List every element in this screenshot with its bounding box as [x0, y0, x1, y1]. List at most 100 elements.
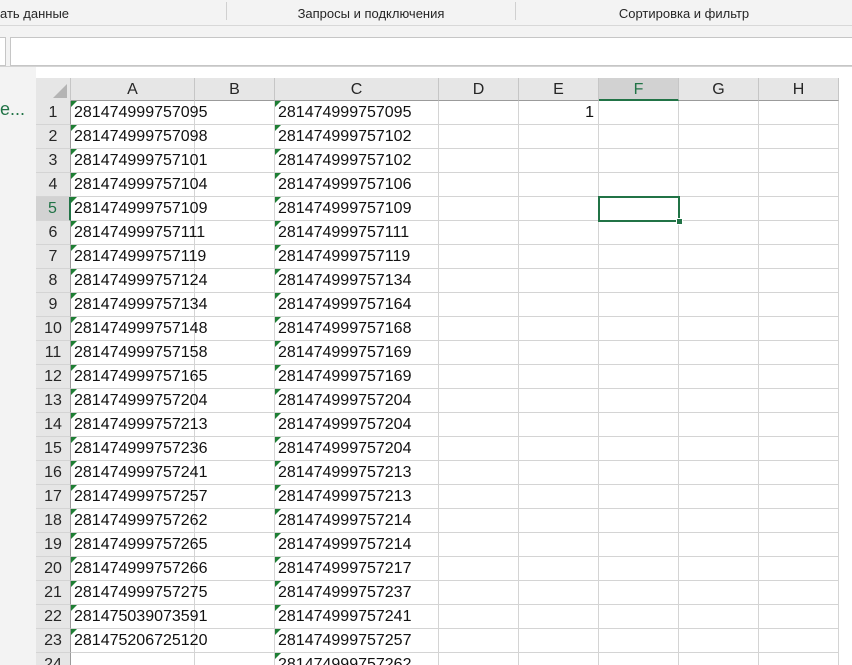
- cell-c10[interactable]: 281474999757168: [275, 317, 439, 341]
- cell-g16[interactable]: [679, 461, 759, 485]
- cell-f3[interactable]: [599, 149, 679, 173]
- cell-a2[interactable]: 281474999757098: [71, 125, 207, 149]
- cell-e6[interactable]: [519, 221, 599, 245]
- cell-f6[interactable]: [599, 221, 679, 245]
- cell-g22[interactable]: [679, 605, 759, 629]
- cell-a16[interactable]: 281474999757241: [71, 461, 207, 485]
- cell-g12[interactable]: [679, 365, 759, 389]
- cell-a4[interactable]: 281474999757104: [71, 173, 207, 197]
- cell-f4[interactable]: [599, 173, 679, 197]
- cell-a21[interactable]: 281474999757275: [71, 581, 207, 605]
- cell-g5[interactable]: [679, 197, 759, 221]
- cell-f12[interactable]: [599, 365, 679, 389]
- cell-d15[interactable]: [439, 437, 519, 461]
- row-header[interactable]: 3: [36, 149, 71, 173]
- cell-e5[interactable]: [519, 197, 599, 221]
- cell-e14[interactable]: [519, 413, 599, 437]
- cell-h19[interactable]: [759, 533, 839, 557]
- cell-b21[interactable]: [195, 581, 275, 605]
- cell-c24[interactable]: 281474999757262: [275, 653, 439, 665]
- cell-d24[interactable]: [439, 653, 519, 665]
- row-header[interactable]: 10: [36, 317, 71, 341]
- cell-c11[interactable]: 281474999757169: [275, 341, 439, 365]
- cell-d5[interactable]: [439, 197, 519, 221]
- row-header[interactable]: 7: [36, 245, 71, 269]
- cell-c8[interactable]: 281474999757134: [275, 269, 439, 293]
- column-header-e[interactable]: E: [519, 78, 599, 101]
- cell-d3[interactable]: [439, 149, 519, 173]
- cell-e9[interactable]: [519, 293, 599, 317]
- row-header[interactable]: 19: [36, 533, 71, 557]
- row-header[interactable]: 5: [36, 197, 71, 221]
- cell-f22[interactable]: [599, 605, 679, 629]
- column-header-d[interactable]: D: [439, 78, 519, 101]
- cell-g23[interactable]: [679, 629, 759, 653]
- name-box[interactable]: [0, 37, 6, 66]
- cell-c19[interactable]: 281474999757214: [275, 533, 439, 557]
- cell-g18[interactable]: [679, 509, 759, 533]
- row-header[interactable]: 20: [36, 557, 71, 581]
- cell-g20[interactable]: [679, 557, 759, 581]
- cell-d4[interactable]: [439, 173, 519, 197]
- cell-e15[interactable]: [519, 437, 599, 461]
- cell-a9[interactable]: 281474999757134: [71, 293, 207, 317]
- cell-a18[interactable]: 281474999757262: [71, 509, 207, 533]
- cell-a14[interactable]: 281474999757213: [71, 413, 207, 437]
- cell-g2[interactable]: [679, 125, 759, 149]
- cell-d18[interactable]: [439, 509, 519, 533]
- cell-h22[interactable]: [759, 605, 839, 629]
- cell-g11[interactable]: [679, 341, 759, 365]
- row-header[interactable]: 21: [36, 581, 71, 605]
- cell-a1[interactable]: 281474999757095: [71, 101, 207, 125]
- cell-c17[interactable]: 281474999757213: [275, 485, 439, 509]
- cell-c2[interactable]: 281474999757102: [275, 125, 439, 149]
- cell-f20[interactable]: [599, 557, 679, 581]
- cell-a15[interactable]: 281474999757236: [71, 437, 207, 461]
- cell-f7[interactable]: [599, 245, 679, 269]
- cell-f14[interactable]: [599, 413, 679, 437]
- cell-e22[interactable]: [519, 605, 599, 629]
- cell-h2[interactable]: [759, 125, 839, 149]
- cell-b15[interactable]: [195, 437, 275, 461]
- cell-c13[interactable]: 281474999757204: [275, 389, 439, 413]
- cell-e4[interactable]: [519, 173, 599, 197]
- row-header[interactable]: 9: [36, 293, 71, 317]
- cell-h14[interactable]: [759, 413, 839, 437]
- cell-g8[interactable]: [679, 269, 759, 293]
- cell-e20[interactable]: [519, 557, 599, 581]
- cell-g21[interactable]: [679, 581, 759, 605]
- cell-a20[interactable]: 281474999757266: [71, 557, 207, 581]
- cell-a6[interactable]: 281474999757111: [71, 221, 205, 245]
- cell-f16[interactable]: [599, 461, 679, 485]
- cell-g13[interactable]: [679, 389, 759, 413]
- cell-e17[interactable]: [519, 485, 599, 509]
- cell-b13[interactable]: [195, 389, 275, 413]
- cell-e2[interactable]: [519, 125, 599, 149]
- cell-e10[interactable]: [519, 317, 599, 341]
- cell-h16[interactable]: [759, 461, 839, 485]
- cell-f24[interactable]: [599, 653, 679, 665]
- cell-g24[interactable]: [679, 653, 759, 665]
- row-header[interactable]: 15: [36, 437, 71, 461]
- cell-d14[interactable]: [439, 413, 519, 437]
- cell-g9[interactable]: [679, 293, 759, 317]
- fill-handle[interactable]: [676, 218, 683, 225]
- cell-d11[interactable]: [439, 341, 519, 365]
- cell-h15[interactable]: [759, 437, 839, 461]
- cell-f8[interactable]: [599, 269, 679, 293]
- cell-d17[interactable]: [439, 485, 519, 509]
- cell-d16[interactable]: [439, 461, 519, 485]
- cell-b6[interactable]: [195, 221, 275, 245]
- column-header-g[interactable]: G: [679, 78, 759, 101]
- cell-h24[interactable]: [759, 653, 839, 665]
- cell-h6[interactable]: [759, 221, 839, 245]
- cell-h23[interactable]: [759, 629, 839, 653]
- column-header-b[interactable]: B: [195, 78, 275, 101]
- left-pane-ellipsis[interactable]: e...: [0, 99, 25, 119]
- cell-b10[interactable]: [195, 317, 275, 341]
- cell-f9[interactable]: [599, 293, 679, 317]
- cell-g10[interactable]: [679, 317, 759, 341]
- cell-e18[interactable]: [519, 509, 599, 533]
- row-header[interactable]: 22: [36, 605, 71, 629]
- cell-g4[interactable]: [679, 173, 759, 197]
